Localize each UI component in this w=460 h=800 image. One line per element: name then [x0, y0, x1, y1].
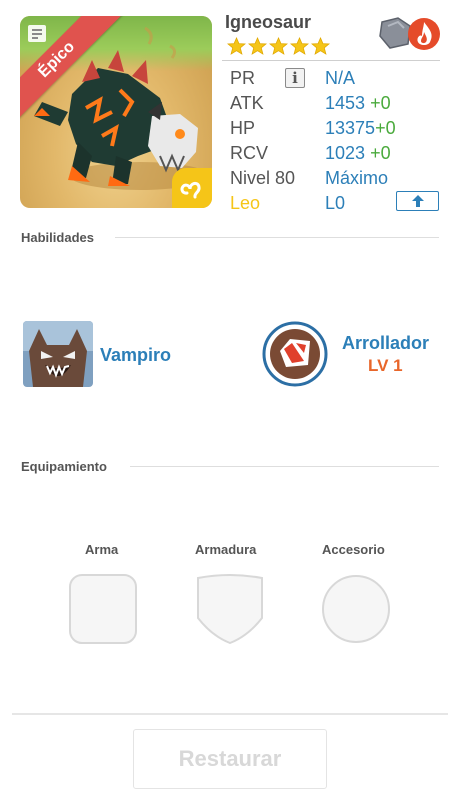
restore-button[interactable]: Restaurar: [133, 729, 327, 789]
pr-value: N/A: [325, 68, 356, 88]
ability-name-arrollador[interactable]: Arrollador: [342, 333, 429, 354]
weapon-slot[interactable]: [69, 574, 137, 644]
zodiac-badge: [172, 168, 212, 208]
rcv-value-group: 1023 +0: [325, 143, 391, 164]
abilities-title: Habilidades: [21, 230, 94, 245]
level-label: Nivel 80: [230, 168, 296, 188]
zodiac-label: Leo: [230, 193, 261, 213]
info-icon[interactable]: i: [285, 68, 305, 88]
zodiac-value: L0: [325, 193, 346, 213]
leo-zodiac-icon: [180, 181, 201, 199]
monster-name: Igneosaur: [225, 12, 312, 32]
stats-divider: [222, 60, 440, 61]
atk-bonus: +0: [370, 93, 391, 113]
fire-element-icon: [408, 18, 440, 50]
footer-divider: [12, 713, 448, 715]
armor-slot-label: Armadura: [195, 542, 257, 557]
rcv-bonus: +0: [370, 143, 391, 163]
stat-row-hp: HP 13375+0: [230, 118, 442, 142]
hp-bonus: +0: [375, 118, 396, 138]
arrow-up-icon: [411, 195, 424, 207]
ability-name-vampiro[interactable]: Vampiro: [100, 345, 171, 366]
equipment-title: Equipamiento: [21, 459, 107, 474]
star-icon: [227, 37, 246, 55]
hp-label: HP: [230, 118, 256, 138]
hp-value-group: 13375+0: [325, 118, 396, 139]
vampiro-ability-portrait[interactable]: [23, 321, 93, 387]
weapon-slot-label: Arma: [85, 542, 119, 557]
rcv-value: 1023: [325, 143, 366, 163]
star-icon: [290, 37, 309, 55]
abilities-divider: [115, 237, 439, 238]
pr-label: PR: [230, 68, 256, 88]
atk-label: ATK: [230, 93, 264, 113]
hp-value: 13375: [325, 118, 376, 138]
star-icon: [311, 37, 330, 55]
card-menu-icon[interactable]: [26, 22, 48, 44]
accessory-slot[interactable]: [321, 574, 391, 644]
stat-row-rcv: RCV 1023 +0: [230, 143, 442, 167]
armor-slot[interactable]: [196, 574, 264, 644]
stone-element-icon: [379, 17, 411, 49]
stat-row-pr: PR i N/A: [230, 68, 442, 92]
atk-value: 1453: [325, 93, 366, 113]
stat-row-atk: ATK 1453 +0: [230, 93, 442, 117]
star-icon: [248, 37, 267, 55]
star-icon: [269, 37, 288, 55]
atk-value-group: 1453 +0: [325, 93, 391, 114]
rarity-stars: [227, 37, 330, 56]
arrollador-ability-icon[interactable]: [262, 321, 328, 387]
equipment-divider: [130, 466, 439, 467]
accessory-slot-label: Accesorio: [322, 542, 385, 557]
upgrade-button[interactable]: [396, 191, 439, 211]
rcv-label: RCV: [230, 143, 269, 163]
element-icons: [379, 17, 440, 50]
stat-row-level: Nivel 80 Máximo: [230, 168, 442, 192]
werewolf-portrait-icon: [23, 321, 93, 387]
ability-level-badge: LV 1: [368, 356, 403, 375]
monster-card[interactable]: Épico: [20, 16, 212, 208]
level-value: Máximo: [325, 168, 389, 188]
